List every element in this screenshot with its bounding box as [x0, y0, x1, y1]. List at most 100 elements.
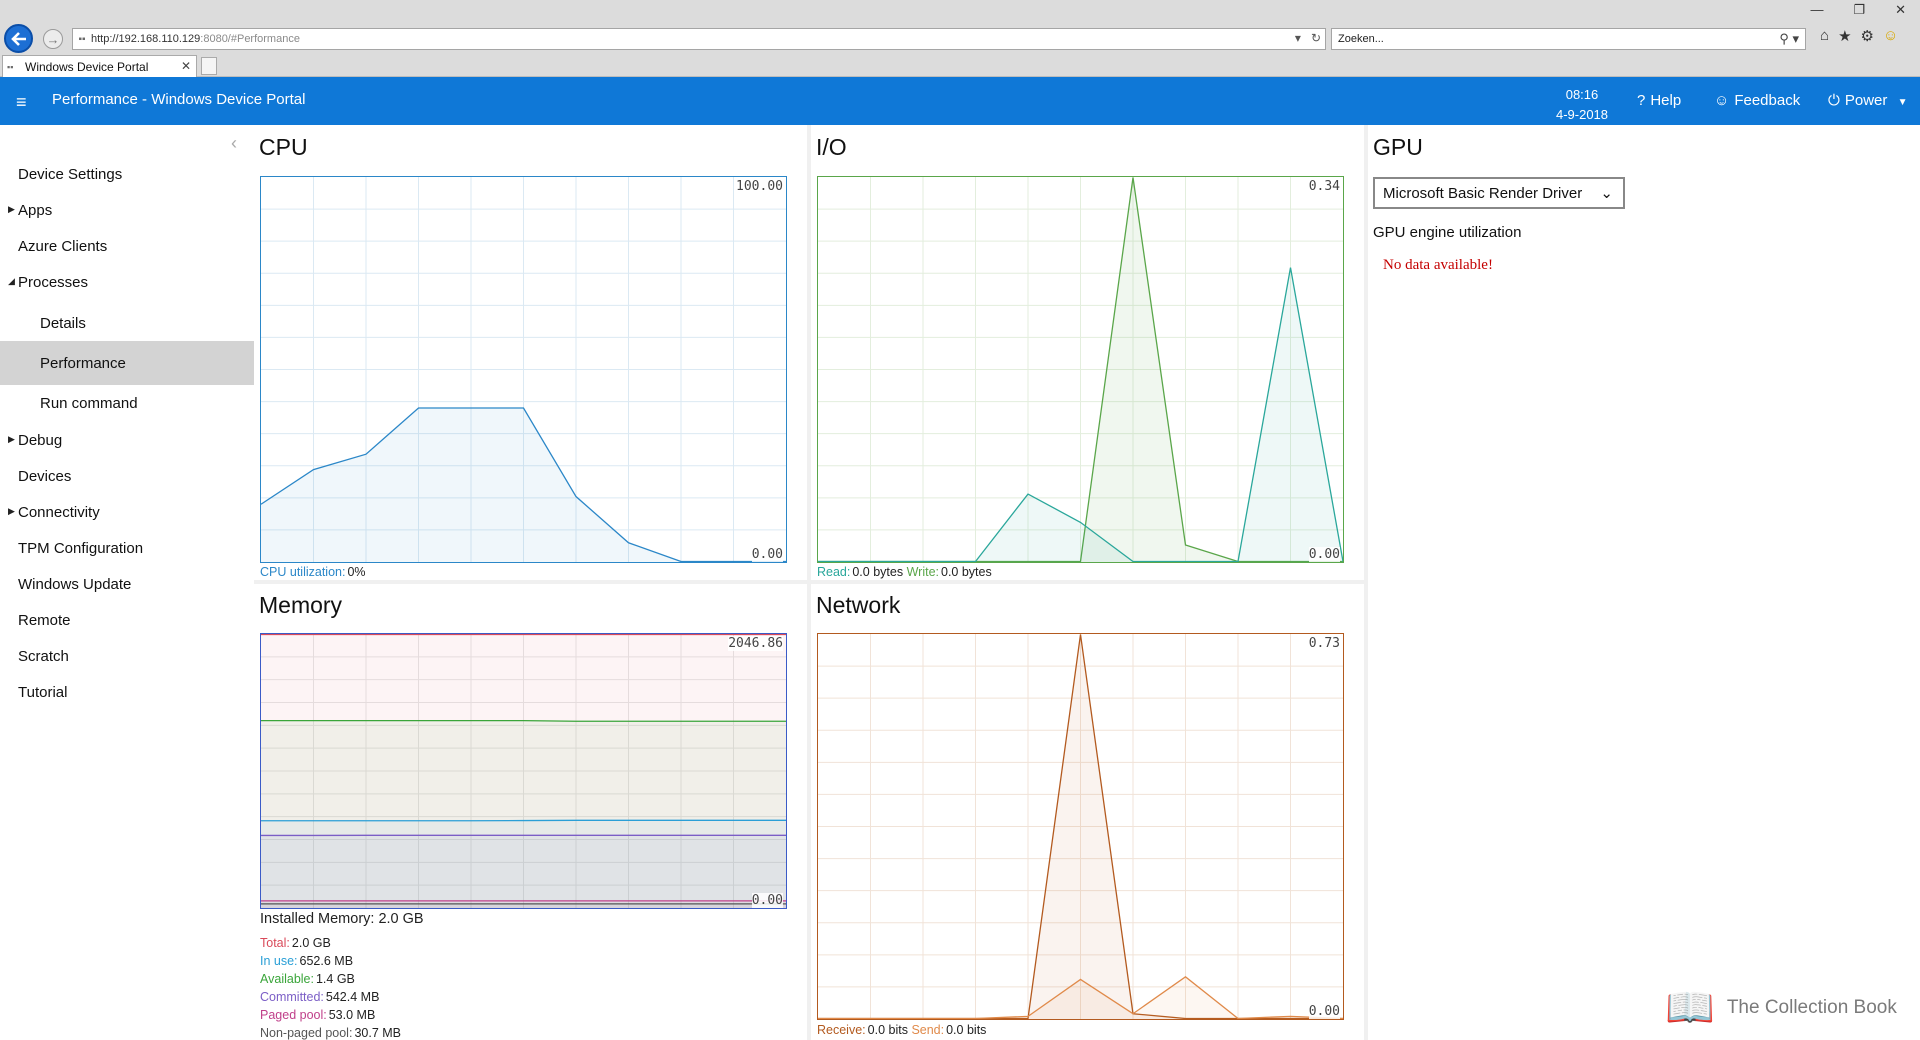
io-write-value: 0.0 bytes [941, 565, 992, 579]
sidebar-item-label: Device Settings [18, 165, 123, 183]
sidebar-item-windows-update[interactable]: Windows Update [0, 569, 254, 599]
watermark: 📖 The Collection Book [1665, 988, 1897, 1028]
refresh-icon[interactable]: ↻ [1311, 31, 1321, 45]
clock: 08:16 4-9-2018 [1527, 85, 1637, 125]
sidebar-item-label: Azure Clients [18, 237, 108, 255]
series-area [261, 835, 786, 908]
memory-stat-row: Paged pool: 53.0 MB [260, 1008, 375, 1022]
io-chart: 0.34 0.00 [817, 176, 1344, 563]
smiley-icon: ☺ [1714, 92, 1730, 109]
feedback-smiley-icon[interactable]: ☺ [1883, 27, 1898, 45]
sidebar-item-label: Remote [18, 611, 71, 629]
feedback-button[interactable]: ☺ Feedback [1714, 92, 1800, 109]
cpu-utilization: CPU utilization: 0% [260, 565, 366, 579]
home-icon[interactable]: ⌂ [1820, 27, 1829, 45]
help-icon: ? [1637, 92, 1646, 109]
memory-stat-row: Committed: 542.4 MB [260, 990, 379, 1004]
help-button[interactable]: ? Help [1637, 92, 1681, 109]
back-button[interactable] [4, 24, 33, 53]
sidebar-item-performance[interactable]: Performance [0, 341, 254, 385]
sidebar-item-label: Details [40, 314, 86, 332]
minimize-icon[interactable]: — [1810, 2, 1823, 18]
io-stats: Read: 0.0 bytes Write: 0.0 bytes [817, 565, 992, 579]
network-title: Network [816, 592, 901, 618]
feedback-label: Feedback [1734, 92, 1801, 109]
new-tab-button[interactable] [201, 57, 217, 75]
gpu-title: GPU [1373, 134, 1423, 160]
network-receive-value: 0.0 bits [867, 1023, 908, 1037]
forward-button[interactable]: → [43, 29, 63, 49]
memory-stat-value: 1.4 GB [315, 972, 355, 986]
io-read-value: 0.0 bytes [852, 565, 904, 579]
sidebar-item-apps[interactable]: ▶ Apps [0, 195, 254, 225]
sidebar-item-scratch[interactable]: Scratch [0, 641, 254, 671]
browser-tab[interactable]: ▪▪ Windows Device Portal ✕ [2, 55, 197, 77]
sidebar-item-remote[interactable]: Remote [0, 605, 254, 635]
memory-panel: Memory 2046.86 0.00 Installed Memory: 2.… [254, 583, 809, 1040]
power-button[interactable]: ⏻ Power ▼ [1828, 92, 1907, 109]
sidebar-item-details[interactable]: Details [0, 305, 254, 341]
sidebar-item-tpm-configuration[interactable]: TPM Configuration [0, 533, 254, 563]
network-ymin: 0.00 [1308, 1004, 1340, 1019]
network-panel: Network 0.73 0.00 Receive: 0.0 bits Send:… [811, 583, 1366, 1040]
series-area [261, 408, 786, 562]
sidebar: ‹ Device Settings ▶ Apps Azure Clients ◢ Proc… [0, 125, 254, 1040]
divider [254, 580, 1364, 584]
network-send-value: 0.0 bits [946, 1023, 987, 1037]
address-bar[interactable]: ▪▪ http://192.168.110.129:8080/#Performa… [72, 28, 1326, 50]
io-write-label: Write: [906, 565, 939, 579]
back-arrow-icon [10, 31, 26, 46]
forward-arrow-icon: → [46, 31, 60, 47]
browser-search-input[interactable]: Zoeken... ⚲ ▾ [1331, 28, 1806, 50]
sidebar-item-connectivity[interactable]: ▶ Connectivity [0, 497, 254, 527]
sidebar-item-tutorial[interactable]: Tutorial [0, 677, 254, 707]
site-icon: ▪▪ [78, 33, 86, 45]
browser-toolbar: ⌂ ★ ⚙ ☺ [1820, 27, 1898, 45]
sidebar-item-azure-clients[interactable]: Azure Clients [0, 231, 254, 261]
memory-stat-label: Available: [260, 972, 314, 986]
hamburger-menu-icon[interactable]: ≡ [16, 92, 27, 113]
sidebar-item-label: Devices [18, 467, 72, 485]
sidebar-item-debug[interactable]: ▶ Debug [0, 425, 254, 455]
settings-gear-icon[interactable]: ⚙ [1861, 27, 1874, 45]
io-chart-svg [818, 177, 1343, 562]
sidebar-item-run-command[interactable]: Run command [0, 385, 254, 421]
installed-memory: Installed Memory: 2.0 GB [260, 911, 424, 927]
favorites-star-icon[interactable]: ★ [1838, 27, 1851, 45]
restore-icon[interactable]: ❐ [1853, 2, 1865, 18]
search-placeholder: Zoeken... [1338, 33, 1384, 45]
browser-chrome: → ▪▪ http://192.168.110.129:8080/#Perfor… [0, 0, 1920, 77]
close-window-icon[interactable]: ✕ [1895, 2, 1906, 18]
cpu-util-label: CPU utilization: [260, 565, 346, 579]
sidebar-item-label: Processes [18, 273, 89, 291]
address-dropdown-icon[interactable]: ▾ [1295, 31, 1301, 45]
sidebar-item-label: Windows Update [18, 575, 132, 593]
network-ymax: 0.73 [1308, 636, 1340, 651]
power-icon: ⏻ [1828, 92, 1840, 109]
gpu-engine-label: GPU engine utilization [1373, 224, 1522, 241]
chevron-down-icon: ▼ [1897, 97, 1908, 108]
memory-stat-row: Available: 1.4 GB [260, 972, 355, 986]
collapse-sidebar-icon[interactable]: ‹ [231, 133, 237, 154]
gpu-no-data-message: No data available! [1383, 257, 1493, 273]
sidebar-item-label: Scratch [18, 647, 69, 665]
sidebar-item-label: Performance [40, 354, 126, 372]
search-icon[interactable]: ⚲ ▾ [1779, 31, 1799, 47]
chevron-down-icon: ⌄ [1600, 185, 1613, 202]
network-chart-svg [818, 634, 1343, 1019]
sidebar-item-label: Connectivity [18, 503, 100, 521]
sidebar-item-label: Run command [40, 394, 138, 412]
sidebar-item-processes[interactable]: ◢ Processes [0, 267, 254, 297]
cpu-ymin: 0.00 [751, 547, 783, 562]
series-area [818, 976, 1343, 1019]
app-header: ≡ Performance - Windows Device Portal 08… [0, 77, 1920, 125]
io-ymax: 0.34 [1308, 179, 1340, 194]
memory-stat-row: In use: 652.6 MB [260, 954, 353, 968]
sidebar-item-devices[interactable]: Devices [0, 461, 254, 491]
gpu-adapter-select[interactable]: Microsoft Basic Render Driver ⌄ [1373, 177, 1625, 209]
url-path: :8080/#Performance [200, 33, 300, 45]
memory-stat-value: 2.0 GB [291, 936, 331, 950]
tab-close-icon[interactable]: ✕ [181, 59, 191, 73]
page-title: Performance - Windows Device Portal [52, 91, 306, 108]
sidebar-item-device-settings[interactable]: Device Settings [0, 159, 254, 189]
